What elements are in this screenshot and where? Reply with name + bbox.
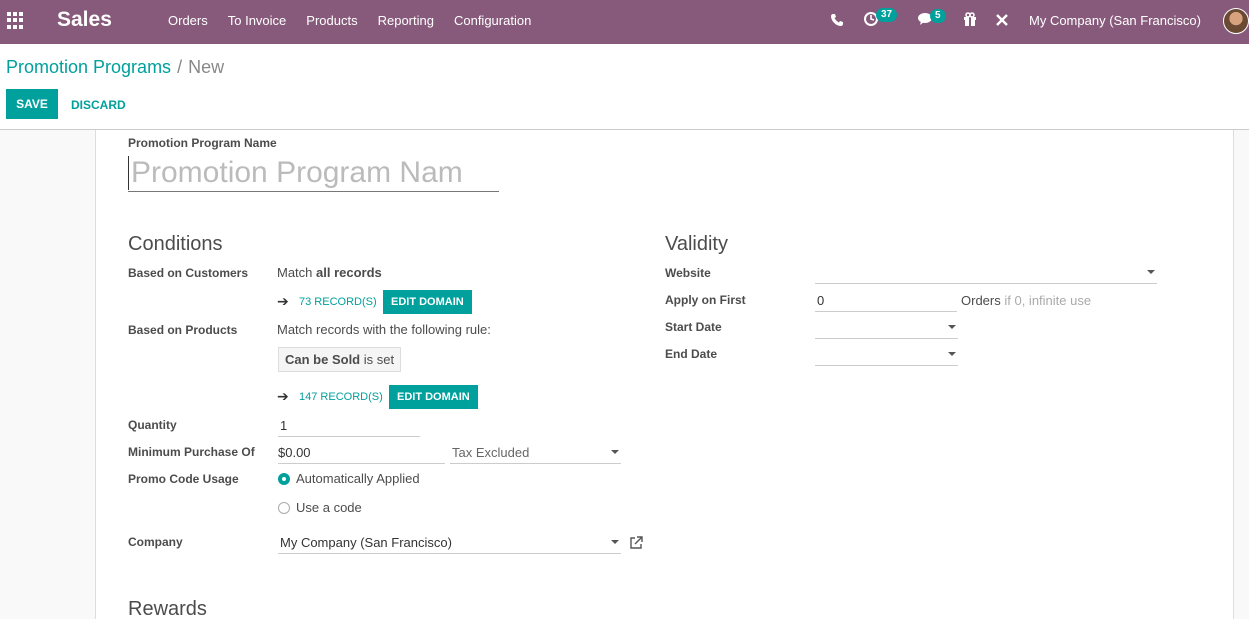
text-caret <box>128 156 129 190</box>
promo-code-usage-label: Promo Code Usage <box>128 472 239 486</box>
message-count-badge: 5 <box>930 9 946 23</box>
minimum-purchase-input[interactable]: $0.00 <box>278 440 445 464</box>
breadcrumb: Promotion Programs / New <box>6 57 224 78</box>
chevron-down-icon <box>611 540 619 544</box>
rule-operator: is set <box>363 352 395 367</box>
website-label: Website <box>665 266 711 280</box>
form-sheet <box>95 130 1234 619</box>
quantity-label: Quantity <box>128 418 177 432</box>
products-arrow-icon: ➔ <box>277 388 289 404</box>
breadcrumb-separator: / <box>177 57 183 77</box>
customers-records-link[interactable]: 73 RECORD(S) <box>299 296 377 308</box>
chevron-down-icon <box>611 450 619 454</box>
rewards-title: Rewards <box>128 598 207 619</box>
chevron-down-icon <box>948 325 956 329</box>
discard-button[interactable]: DISCARD <box>71 98 126 112</box>
apply-on-first-hint: if 0, infinite use <box>1004 293 1092 308</box>
menu-item-orders[interactable]: Orders <box>168 13 208 28</box>
rule-field: Can be Sold <box>285 352 361 367</box>
tax-mode-value: Tax Excluded <box>452 445 530 460</box>
breadcrumb-current: New <box>188 57 225 77</box>
quantity-value: 1 <box>280 418 288 433</box>
gift-icon[interactable] <box>963 12 977 29</box>
radio-use-a-code[interactable] <box>278 502 290 514</box>
apps-grid-icon[interactable] <box>7 12 24 29</box>
customers-match-bold: all records <box>316 265 382 280</box>
apply-on-first-input[interactable]: 0 <box>815 288 957 312</box>
use-a-code-label[interactable]: Use a code <box>296 500 362 515</box>
app-brand[interactable]: Sales <box>57 8 112 32</box>
website-select[interactable] <box>815 260 1157 284</box>
menu-item-reporting[interactable]: Reporting <box>378 13 434 28</box>
start-date-picker[interactable] <box>815 315 958 339</box>
program-name-label: Promotion Program Name <box>128 136 277 150</box>
customers-match-prefix: Match <box>277 265 317 280</box>
products-rule-text: Match records with the following rule: <box>277 322 491 337</box>
products-records-link[interactable]: 147 RECORD(S) <box>299 391 383 403</box>
end-date-label: End Date <box>665 347 718 361</box>
customers-arrow-icon: ➔ <box>277 293 289 309</box>
apply-on-first-suffix: Orders if 0, infinite use <box>961 293 1091 308</box>
conditions-title: Conditions <box>128 233 223 255</box>
main-menu: Orders To Invoice Products Reporting Con… <box>168 13 551 28</box>
start-date-label: Start Date <box>665 320 722 334</box>
based-on-products-label: Based on Products <box>128 323 238 337</box>
apply-on-first-value: 0 <box>817 293 825 308</box>
control-panel: Promotion Programs / New SAVE DISCARD <box>0 44 1249 130</box>
menu-item-to-invoice[interactable]: To Invoice <box>228 13 287 28</box>
radio-automatically-applied[interactable] <box>278 473 290 485</box>
top-navbar: Sales Orders To Invoice Products Reporti… <box>0 0 1249 44</box>
debug-tools-icon[interactable] <box>995 13 1009 30</box>
program-name-placeholder: Promotion Program Nam <box>131 156 463 189</box>
customers-edit-domain-button[interactable]: EDIT DOMAIN <box>383 290 472 314</box>
phone-icon[interactable] <box>830 13 844 30</box>
domain-rule-tag[interactable]: Can be Sold is set <box>278 347 402 372</box>
tax-mode-select[interactable]: Tax Excluded <box>450 440 621 464</box>
user-avatar[interactable] <box>1223 8 1249 34</box>
program-name-input[interactable]: Promotion Program Nam <box>128 152 499 192</box>
chevron-down-icon <box>948 352 956 356</box>
minimum-purchase-value: $0.00 <box>278 445 311 460</box>
messages-chat-icon[interactable]: 5 <box>918 9 946 29</box>
activity-count-badge: 37 <box>876 8 898 22</box>
orders-text: Orders <box>961 293 1001 308</box>
quantity-input[interactable]: 1 <box>278 413 420 437</box>
menu-item-products[interactable]: Products <box>306 13 357 28</box>
menu-item-configuration[interactable]: Configuration <box>454 13 531 28</box>
validity-title: Validity <box>665 233 728 255</box>
minimum-purchase-label: Minimum Purchase Of <box>128 445 255 459</box>
chevron-down-icon <box>1147 270 1155 274</box>
company-label: Company <box>128 535 183 549</box>
company-switcher[interactable]: My Company (San Francisco) <box>1029 13 1201 28</box>
activity-clock-icon[interactable]: 37 <box>864 8 898 30</box>
products-edit-domain-button[interactable]: EDIT DOMAIN <box>389 385 478 409</box>
save-button[interactable]: SAVE <box>6 89 58 119</box>
based-on-customers-label: Based on Customers <box>128 266 249 280</box>
end-date-picker[interactable] <box>815 342 958 366</box>
external-link-icon[interactable] <box>629 536 643 550</box>
breadcrumb-parent-link[interactable]: Promotion Programs <box>6 57 171 77</box>
automatically-applied-label[interactable]: Automatically Applied <box>296 471 420 486</box>
company-select[interactable]: My Company (San Francisco) <box>278 530 621 554</box>
apply-on-first-label: Apply on First <box>665 293 746 307</box>
company-value: My Company (San Francisco) <box>280 535 452 550</box>
customers-match-text: Match all records <box>277 265 382 280</box>
